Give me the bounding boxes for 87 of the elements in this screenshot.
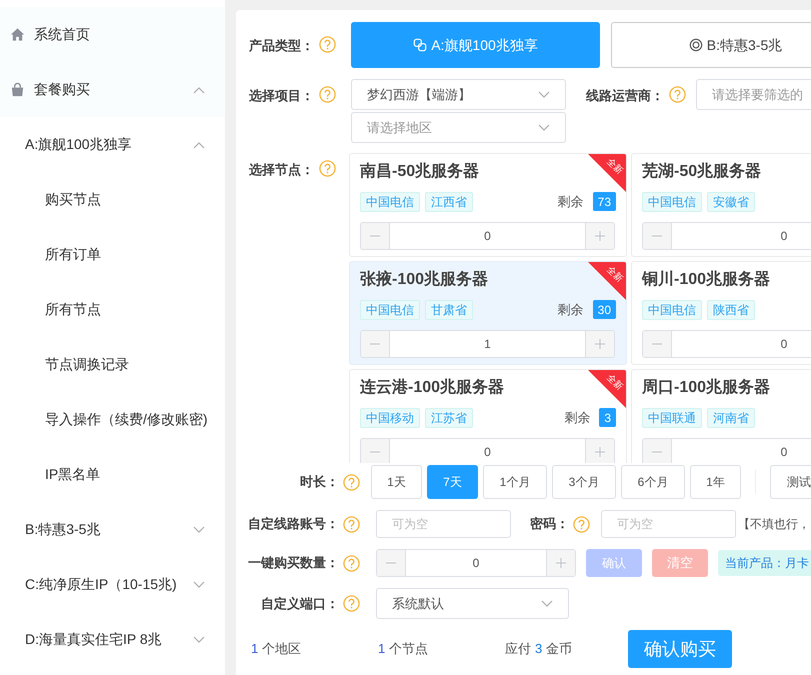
product-type-tab[interactable]: B:特惠3-5兆 bbox=[611, 22, 811, 68]
linked-squares-icon bbox=[413, 38, 428, 52]
port-select[interactable]: 系统默认 bbox=[376, 588, 569, 619]
trial-button[interactable]: 测试 bbox=[770, 465, 811, 499]
node-title: 周口-100兆服务器 bbox=[642, 378, 770, 398]
help-icon bbox=[573, 516, 590, 532]
product-tag: 当前产品：月卡 bbox=[718, 550, 811, 576]
home-icon bbox=[10, 27, 25, 42]
tag: 中国电信 bbox=[642, 192, 702, 212]
sidebar-item[interactable]: 导入操作（续费/修改账密) bbox=[0, 392, 225, 447]
ribbon-label: 全新 bbox=[605, 372, 625, 392]
node-title: 南昌-50兆服务器 bbox=[360, 162, 480, 182]
duration-option[interactable]: 6个月 bbox=[621, 465, 685, 499]
field-label: 密码： bbox=[530, 515, 569, 534]
remaining-label: 剩余 bbox=[564, 408, 590, 427]
sidebar-item[interactable]: 套餐购买 bbox=[0, 62, 225, 117]
tag: 陕西省 bbox=[707, 300, 755, 320]
duration-option[interactable]: 1年 bbox=[690, 465, 741, 499]
tag: 江苏省 bbox=[425, 408, 473, 428]
help-icon bbox=[319, 36, 336, 53]
tag: 甘肃省 bbox=[425, 300, 473, 320]
summary-label: 个地区 bbox=[262, 640, 302, 658]
ring-icon bbox=[688, 38, 703, 52]
sidebar-item[interactable]: 所有订单 bbox=[0, 227, 225, 282]
chevron-down-icon bbox=[541, 600, 553, 608]
sidebar-item[interactable]: 节点调换记录 bbox=[0, 337, 225, 392]
duration-option[interactable]: 1天 bbox=[371, 465, 422, 499]
payment-label: 应付 bbox=[505, 640, 531, 658]
help-icon bbox=[343, 516, 360, 532]
field-label: 选择节点： bbox=[249, 161, 314, 179]
sidebar-item[interactable]: C:纯净原生IP（10-15兆) bbox=[0, 557, 225, 612]
sidebar-item[interactable]: IP黑名单 bbox=[0, 447, 225, 502]
password-field[interactable]: 可为空 bbox=[601, 510, 736, 538]
duration-option[interactable]: 3个月 bbox=[552, 465, 616, 499]
tag: 河南省 bbox=[707, 408, 755, 428]
project-select[interactable]: 梦幻西游【端游】 bbox=[351, 79, 566, 110]
field-label: 自定义端口： bbox=[261, 594, 339, 613]
summary-count: 1 bbox=[378, 640, 386, 658]
shopping-bag-icon bbox=[10, 82, 25, 97]
help-icon bbox=[319, 160, 336, 177]
sidebar-item[interactable]: D:海量真实住宅IP 8兆 bbox=[0, 612, 225, 667]
chevron-down-icon bbox=[538, 90, 550, 98]
summary-label: 个节点 bbox=[389, 640, 428, 658]
node-title: 张掖-100兆服务器 bbox=[360, 269, 488, 290]
field-label: 一键购买数量： bbox=[248, 554, 339, 572]
remaining-count: 3 bbox=[599, 408, 616, 427]
ribbon-background bbox=[588, 154, 626, 192]
field-label: 线路运营商： bbox=[586, 87, 664, 105]
tag: 安徽省 bbox=[707, 192, 755, 212]
sidebar-item[interactable]: B:特惠3-5兆 bbox=[0, 502, 225, 557]
sidebar-item[interactable]: 所有节点 bbox=[0, 282, 225, 337]
node-title: 连云港-100兆服务器 bbox=[360, 378, 504, 398]
help-icon bbox=[343, 595, 360, 612]
hint-text: 【不填也行， bbox=[738, 516, 810, 533]
duration-option[interactable]: 1个月 bbox=[483, 465, 547, 499]
sidebar-item[interactable]: 系统首页 bbox=[0, 7, 225, 62]
tag: 中国电信 bbox=[642, 300, 702, 320]
remaining-label: 剩余 bbox=[558, 300, 584, 319]
sidebar-item[interactable]: 购买节点 bbox=[0, 172, 225, 227]
account-field[interactable]: 可为空 bbox=[376, 510, 511, 538]
sidebar-item[interactable]: A:旗舰100兆独享 bbox=[0, 117, 225, 172]
remaining-label: 剩余 bbox=[558, 192, 584, 211]
ribbon-background bbox=[588, 370, 626, 408]
node-title: 铜川-100兆服务器 bbox=[642, 270, 770, 290]
summary-count: 1 bbox=[251, 640, 258, 658]
tag: 中国移动 bbox=[360, 408, 420, 428]
field-label: 时长： bbox=[300, 473, 339, 492]
tag: 中国电信 bbox=[360, 192, 420, 212]
currency-label: 金币 bbox=[546, 640, 572, 658]
help-icon bbox=[343, 554, 360, 572]
tag: 中国电信 bbox=[360, 300, 420, 320]
chevron-down-icon bbox=[538, 124, 550, 132]
field-label: 自定线路账号： bbox=[248, 515, 339, 534]
ribbon-background bbox=[588, 262, 626, 300]
remaining-count: 73 bbox=[592, 192, 616, 211]
help-icon bbox=[669, 86, 686, 103]
field-label: 产品类型： bbox=[249, 37, 314, 55]
help-icon bbox=[319, 86, 336, 103]
ribbon-label: 全新 bbox=[605, 264, 625, 284]
ribbon-label: 全新 bbox=[605, 156, 625, 176]
payment-amount: 3 bbox=[535, 640, 542, 658]
help-icon bbox=[343, 474, 360, 490]
remaining-count: 30 bbox=[592, 300, 616, 319]
tag: 中国联通 bbox=[642, 408, 702, 428]
node-title: 芜湖-50兆服务器 bbox=[642, 162, 762, 182]
field-label: 选择项目： bbox=[249, 87, 314, 105]
tag: 江西省 bbox=[425, 192, 473, 212]
